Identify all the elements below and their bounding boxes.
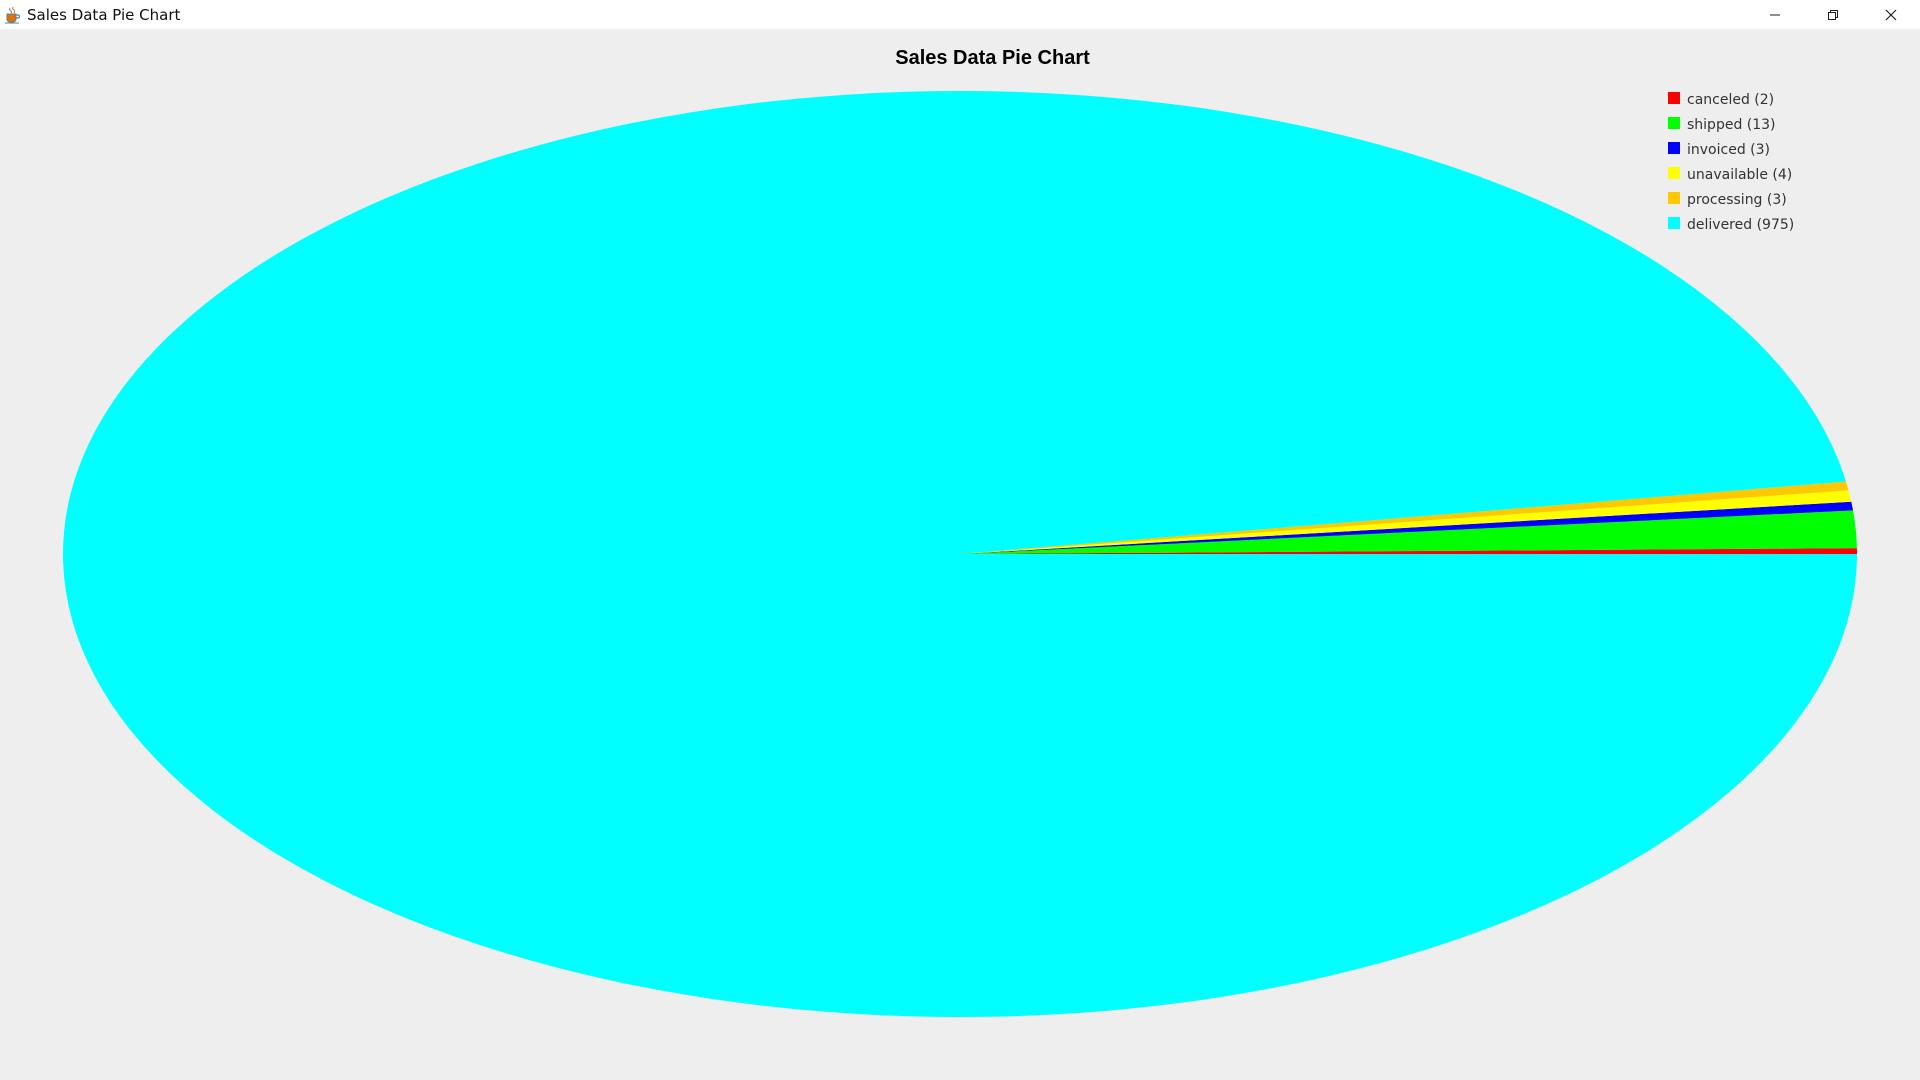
chart-panel: Sales Data Pie Chart canceled (2) shipped…	[0, 29, 1920, 1080]
legend-swatch-canceled	[1668, 92, 1680, 104]
legend-label-canceled: canceled (2)	[1687, 91, 1775, 108]
legend-swatch-processing	[1668, 192, 1680, 204]
window-controls	[1746, 0, 1920, 29]
legend-label-processing: processing (3)	[1687, 191, 1787, 208]
legend-label-invoiced: invoiced (3)	[1687, 141, 1770, 158]
title-bar[interactable]: Sales Data Pie Chart	[0, 0, 1920, 29]
legend-item-canceled: canceled (2)	[1668, 87, 1794, 112]
minimize-icon	[1769, 9, 1781, 21]
chart-title: Sales Data Pie Chart	[895, 47, 1090, 69]
legend-swatch-unavailable	[1668, 167, 1680, 179]
restore-button[interactable]	[1804, 0, 1862, 29]
close-button[interactable]	[1862, 0, 1920, 29]
legend-swatch-shipped	[1668, 117, 1680, 129]
close-icon	[1885, 9, 1897, 21]
legend-item-unavailable: unavailable (4)	[1668, 162, 1794, 187]
chart-legend: canceled (2) shipped (13) invoiced (3) unav…	[1668, 87, 1794, 237]
restore-icon	[1827, 9, 1839, 21]
legend-item-processing: processing (3)	[1668, 187, 1794, 212]
legend-swatch-delivered	[1668, 217, 1680, 229]
legend-swatch-invoiced	[1668, 142, 1680, 154]
legend-item-shipped: shipped (13)	[1668, 112, 1794, 137]
legend-label-shipped: shipped (13)	[1687, 116, 1776, 133]
minimize-button[interactable]	[1746, 0, 1804, 29]
window-title: Sales Data Pie Chart	[27, 5, 181, 24]
legend-label-delivered: delivered (975)	[1687, 216, 1795, 233]
pie-chart	[62, 90, 1858, 1017]
legend-item-invoiced: invoiced (3)	[1668, 137, 1794, 162]
java-cup-icon	[4, 6, 21, 24]
legend-label-unavailable: unavailable (4)	[1687, 166, 1793, 183]
application-window: Sales Data Pie Chart Sales Data Pie Char…	[0, 0, 1920, 1080]
legend-item-delivered: delivered (975)	[1668, 212, 1794, 237]
